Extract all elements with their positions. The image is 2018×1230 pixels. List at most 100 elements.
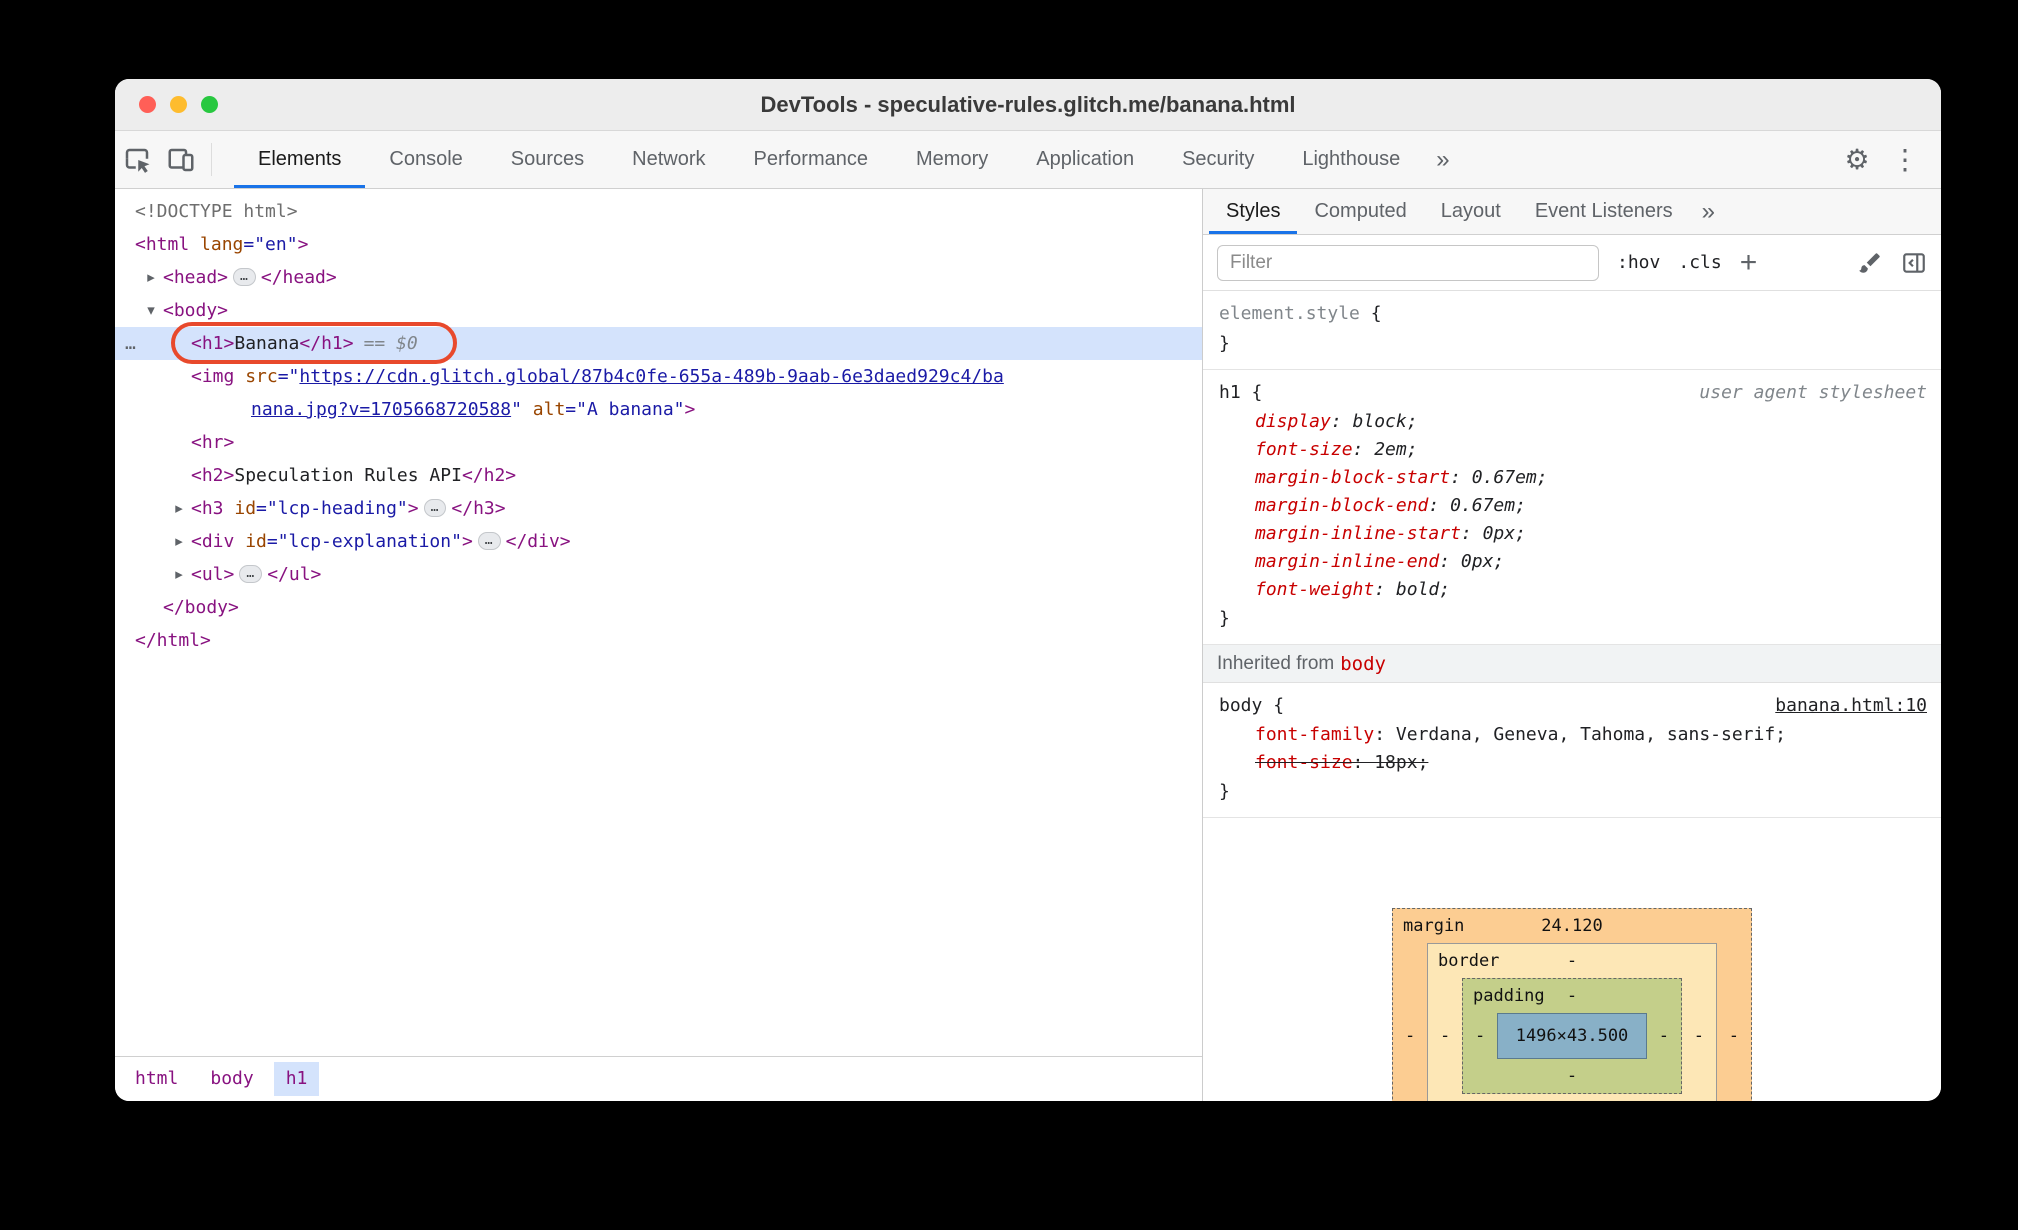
- dom-tree-line[interactable]: ▾ <body>: [115, 294, 1202, 327]
- device-toolbar-button[interactable]: [159, 131, 203, 188]
- tab-performance[interactable]: Performance: [730, 131, 893, 188]
- rule-selector[interactable]: body: [1219, 695, 1262, 716]
- close-button[interactable]: [139, 96, 156, 113]
- code-token: ="lcp-explanation": [266, 531, 462, 552]
- code-token: </html>: [135, 630, 211, 651]
- element-classes-button[interactable]: .cls: [1678, 252, 1721, 273]
- dom-tree-line[interactable]: <h2>Speculation Rules API</h2>: [115, 459, 1202, 492]
- inline-expand-icon[interactable]: …: [423, 499, 447, 517]
- settings-gear-icon[interactable]: ⚙: [1837, 143, 1877, 176]
- close-brace: }: [1219, 608, 1230, 629]
- expand-arrow-icon[interactable]: ▸: [141, 261, 161, 294]
- style-rule: h1 {user agent stylesheet display: block;…: [1203, 370, 1941, 645]
- border-left-value[interactable]: -: [1440, 1026, 1450, 1046]
- padding-top-value[interactable]: -: [1463, 986, 1681, 1006]
- code-token[interactable]: https://cdn.glitch.global/87b4c0fe-655a-…: [299, 366, 1003, 387]
- inline-expand-icon[interactable]: …: [239, 565, 263, 583]
- css-declaration[interactable]: font-family: Verdana, Geneva, Tahoma, sa…: [1203, 721, 1941, 749]
- dom-tree-line[interactable]: <hr>: [115, 426, 1202, 459]
- breadcrumb-item-html[interactable]: html: [123, 1062, 190, 1096]
- sidebar-tab-layout[interactable]: Layout: [1424, 189, 1518, 234]
- more-tabs-icon[interactable]: »: [1424, 131, 1461, 188]
- box-model-padding[interactable]: padding - - - - 1496×43.500: [1462, 978, 1682, 1094]
- traffic-lights: [139, 79, 218, 130]
- dom-tree-line[interactable]: ▸ <ul>… </ul>: [115, 558, 1202, 591]
- margin-left-value[interactable]: -: [1405, 1026, 1415, 1046]
- minimize-button[interactable]: [170, 96, 187, 113]
- dom-tree-line[interactable]: </html>: [115, 624, 1202, 657]
- box-model-border[interactable]: border - - - - padding - - - -: [1427, 943, 1717, 1101]
- dom-tree-line[interactable]: <!DOCTYPE html>: [115, 195, 1202, 228]
- css-declaration[interactable]: display: block;: [1203, 408, 1941, 436]
- inline-expand-icon[interactable]: …: [477, 532, 501, 550]
- rule-selector[interactable]: element.style: [1219, 303, 1360, 324]
- dom-tree-line[interactable]: ▸ <head>… </head>: [115, 261, 1202, 294]
- css-declaration[interactable]: margin-block-end: 0.67em;: [1203, 492, 1941, 520]
- collapse-arrow-icon[interactable]: ▾: [141, 294, 161, 327]
- dom-tree-line[interactable]: </body>: [115, 591, 1202, 624]
- brush-button[interactable]: [1857, 250, 1883, 276]
- code-token: </body>: [163, 597, 239, 618]
- code-token[interactable]: nana.jpg?v=1705668720588: [251, 399, 511, 420]
- tab-console[interactable]: Console: [365, 131, 486, 188]
- css-declaration[interactable]: margin-block-start: 0.67em;: [1203, 464, 1941, 492]
- elements-panel: <!DOCTYPE html> <html lang="en"> ▸ <head>… <…: [115, 189, 1203, 1101]
- css-declaration[interactable]: font-size: 18px;: [1203, 749, 1941, 777]
- border-right-value[interactable]: -: [1694, 1026, 1704, 1046]
- dom-tree-line[interactable]: <html lang="en">: [115, 228, 1202, 261]
- css-property-name: font-weight: [1255, 579, 1375, 600]
- padding-bottom-value[interactable]: -: [1463, 1066, 1681, 1086]
- box-model-margin[interactable]: margin 24.120 - - - border - - - - pad: [1392, 908, 1752, 1101]
- close-brace: }: [1219, 333, 1230, 354]
- tab-network[interactable]: Network: [608, 131, 729, 188]
- breadcrumb-item-h1[interactable]: h1: [273, 1062, 320, 1096]
- dom-tree-line[interactable]: ▸ <h3 id="lcp-heading">… </h3>: [115, 492, 1202, 525]
- dom-tree-line[interactable]: <h1>Banana</h1> == $0…: [115, 322, 1202, 364]
- inline-expand-icon[interactable]: …: [233, 268, 256, 286]
- tab-security[interactable]: Security: [1158, 131, 1278, 188]
- dom-tree-line[interactable]: <img src="https://cdn.glitch.global/87b4…: [115, 360, 1202, 393]
- css-property-name: margin-inline-end: [1255, 551, 1440, 572]
- new-style-rule-button[interactable]: +: [1740, 247, 1758, 277]
- sidebar-more-tabs-icon[interactable]: »: [1690, 189, 1727, 234]
- code-token: ="en": [243, 234, 298, 255]
- code-token: </h1>: [299, 333, 354, 354]
- css-declaration[interactable]: margin-inline-start: 0px;: [1203, 520, 1941, 548]
- rule-source-link[interactable]: banana.html:10: [1775, 691, 1927, 721]
- zoom-button[interactable]: [201, 96, 218, 113]
- toggle-element-state-button[interactable]: :hov: [1617, 252, 1660, 273]
- inherited-body-link[interactable]: body: [1340, 653, 1386, 675]
- kebab-menu-icon[interactable]: ⋮: [1885, 143, 1925, 176]
- code-token: <h1>: [191, 333, 235, 354]
- tab-sources[interactable]: Sources: [487, 131, 608, 188]
- margin-top-value[interactable]: 24.120: [1393, 916, 1751, 936]
- padding-left-value[interactable]: -: [1475, 1026, 1485, 1046]
- tab-lighthouse[interactable]: Lighthouse: [1278, 131, 1424, 188]
- expand-arrow-icon[interactable]: ▸: [169, 558, 189, 591]
- dom-tree-line[interactable]: nana.jpg?v=1705668720588" alt="A banana"…: [115, 393, 1202, 426]
- css-declaration[interactable]: margin-inline-end: 0px;: [1203, 548, 1941, 576]
- padding-right-value[interactable]: -: [1659, 1026, 1669, 1046]
- styles-filter-input[interactable]: [1217, 244, 1599, 281]
- expand-arrow-icon[interactable]: ▸: [169, 492, 189, 525]
- border-top-value[interactable]: -: [1428, 951, 1716, 971]
- dom-tree-line[interactable]: ▸ <div id="lcp-explanation">… </div>: [115, 525, 1202, 558]
- tab-elements[interactable]: Elements: [234, 131, 365, 188]
- more-actions-icon[interactable]: …: [125, 327, 136, 360]
- expand-arrow-icon[interactable]: ▸: [169, 525, 189, 558]
- css-declaration[interactable]: font-size: 2em;: [1203, 436, 1941, 464]
- toggle-sidebar-button[interactable]: [1901, 250, 1927, 276]
- margin-right-value[interactable]: -: [1729, 1026, 1739, 1046]
- code-token: </div>: [505, 531, 571, 552]
- tab-memory[interactable]: Memory: [892, 131, 1012, 188]
- sidebar-tab-computed[interactable]: Computed: [1297, 189, 1423, 234]
- sidebar-tab-event-listeners[interactable]: Event Listeners: [1518, 189, 1690, 234]
- box-model-content[interactable]: 1496×43.500: [1497, 1013, 1647, 1059]
- css-declaration[interactable]: font-weight: bold;: [1203, 576, 1941, 604]
- breadcrumb-item-body[interactable]: body: [198, 1062, 265, 1096]
- sidebar-tab-styles[interactable]: Styles: [1209, 189, 1297, 234]
- tab-application[interactable]: Application: [1012, 131, 1158, 188]
- code-token: ="lcp-heading": [256, 498, 408, 519]
- inspect-element-button[interactable]: [115, 131, 159, 188]
- rule-selector[interactable]: h1: [1219, 382, 1241, 403]
